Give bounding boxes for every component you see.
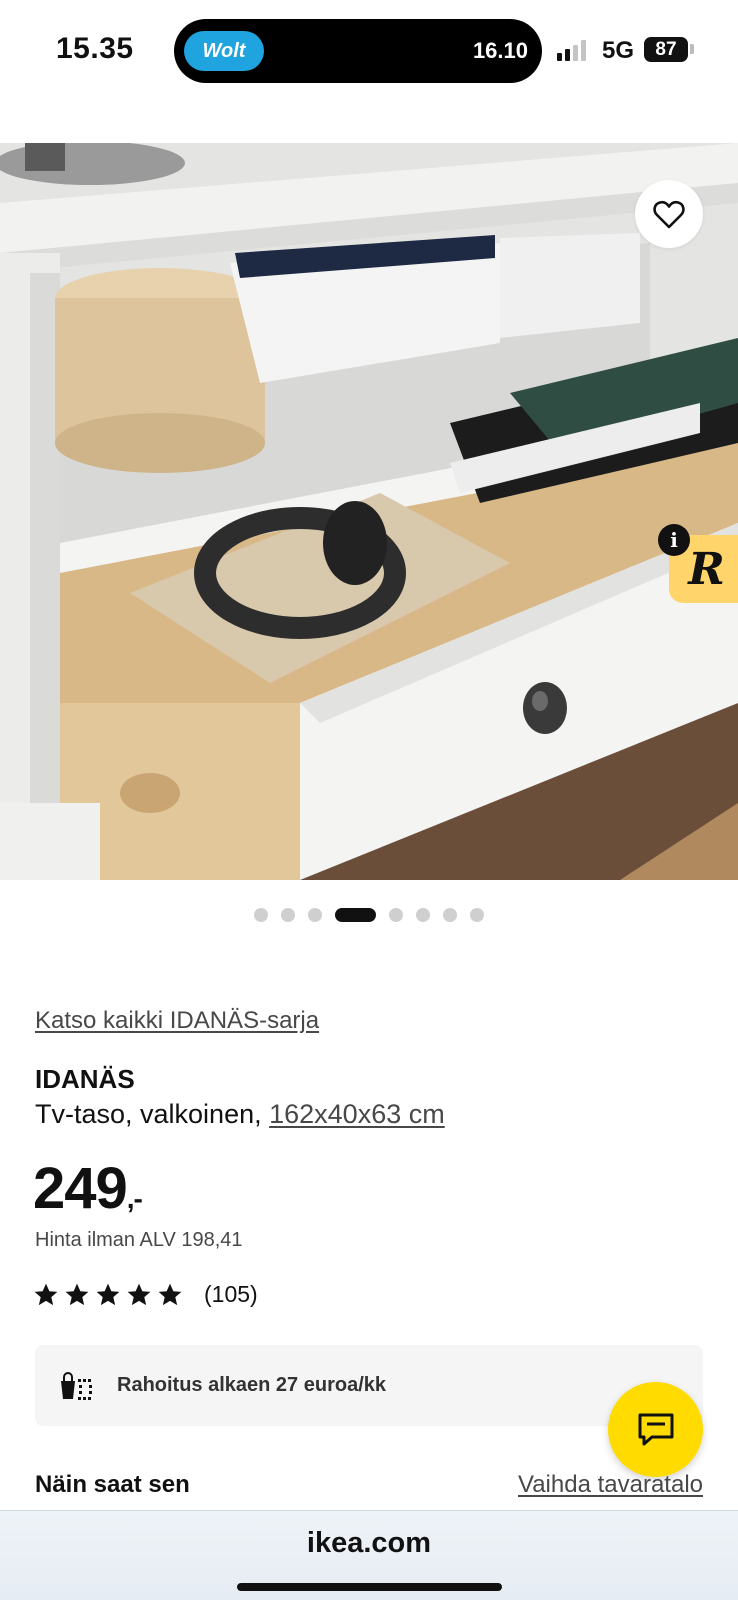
review-count[interactable]: (105) bbox=[204, 1281, 258, 1308]
chat-button[interactable] bbox=[608, 1382, 703, 1477]
star-icon bbox=[65, 1283, 89, 1305]
battery-cap bbox=[690, 44, 694, 54]
star-icon bbox=[158, 1283, 182, 1305]
info-icon[interactable]: i bbox=[658, 524, 690, 556]
star-icon bbox=[34, 1283, 58, 1305]
carousel-dot[interactable] bbox=[416, 908, 430, 922]
product-type: Tv-taso, valkoinen, bbox=[35, 1099, 270, 1129]
carousel-dot-active[interactable] bbox=[335, 908, 376, 922]
wolt-activity-badge[interactable]: Wolt bbox=[184, 31, 264, 71]
product-image-carousel[interactable]: R i bbox=[0, 143, 738, 880]
product-name: IDANÄS bbox=[35, 1064, 135, 1094]
heart-icon bbox=[653, 200, 685, 229]
product-dimensions-link[interactable]: 162x40x63 cm bbox=[269, 1099, 445, 1129]
carousel-dot[interactable] bbox=[281, 908, 295, 922]
status-time: 15.35 bbox=[56, 32, 134, 65]
financing-text: Rahoitus alkaen 27 euroa/kk bbox=[117, 1374, 387, 1396]
add-to-favorites-button[interactable] bbox=[635, 180, 703, 248]
battery-icon: 87 bbox=[644, 37, 688, 62]
price-suffix: ,- bbox=[126, 1183, 143, 1214]
home-indicator[interactable] bbox=[237, 1583, 502, 1591]
carousel-dot[interactable] bbox=[470, 908, 484, 922]
product-price: 249,- bbox=[33, 1155, 143, 1222]
delivery-section-title: Näin saat sen bbox=[35, 1471, 190, 1498]
carousel-dot[interactable] bbox=[308, 908, 322, 922]
price-without-vat: Hinta ilman ALV 198,41 bbox=[35, 1229, 243, 1251]
url-text[interactable]: ikea.com bbox=[0, 1527, 738, 1560]
series-link[interactable]: Katso kaikki IDANÄS-sarja bbox=[35, 1007, 319, 1035]
product-photo bbox=[0, 143, 738, 880]
change-store-link[interactable]: Vaihda tavaratalo bbox=[518, 1471, 703, 1499]
shopping-bag-icon bbox=[61, 1372, 92, 1400]
carousel-dot[interactable] bbox=[443, 908, 457, 922]
rating-stars[interactable]: (105) bbox=[33, 1281, 258, 1308]
financing-banner[interactable]: Rahoitus alkaen 27 euroa/kk › bbox=[35, 1345, 703, 1426]
star-icon bbox=[96, 1283, 120, 1305]
network-type: 5G bbox=[602, 37, 635, 64]
cellular-signal-icon bbox=[557, 39, 586, 61]
island-eta-time: 16.10 bbox=[472, 38, 528, 63]
chat-bubble-icon bbox=[638, 1413, 673, 1445]
dynamic-island[interactable]: Wolt 16.10 bbox=[174, 19, 542, 83]
carousel-pagination bbox=[0, 908, 738, 922]
price-value: 249 bbox=[33, 1156, 128, 1221]
carousel-dot[interactable] bbox=[254, 908, 268, 922]
browser-address-bar[interactable]: ikea.com bbox=[0, 1510, 738, 1600]
status-bar: 15.35 Wolt 16.10 5G 87 bbox=[0, 0, 738, 100]
star-icon bbox=[127, 1283, 151, 1305]
product-description: Tv-taso, valkoinen, 162x40x63 cm bbox=[35, 1099, 445, 1130]
carousel-dot[interactable] bbox=[389, 908, 403, 922]
